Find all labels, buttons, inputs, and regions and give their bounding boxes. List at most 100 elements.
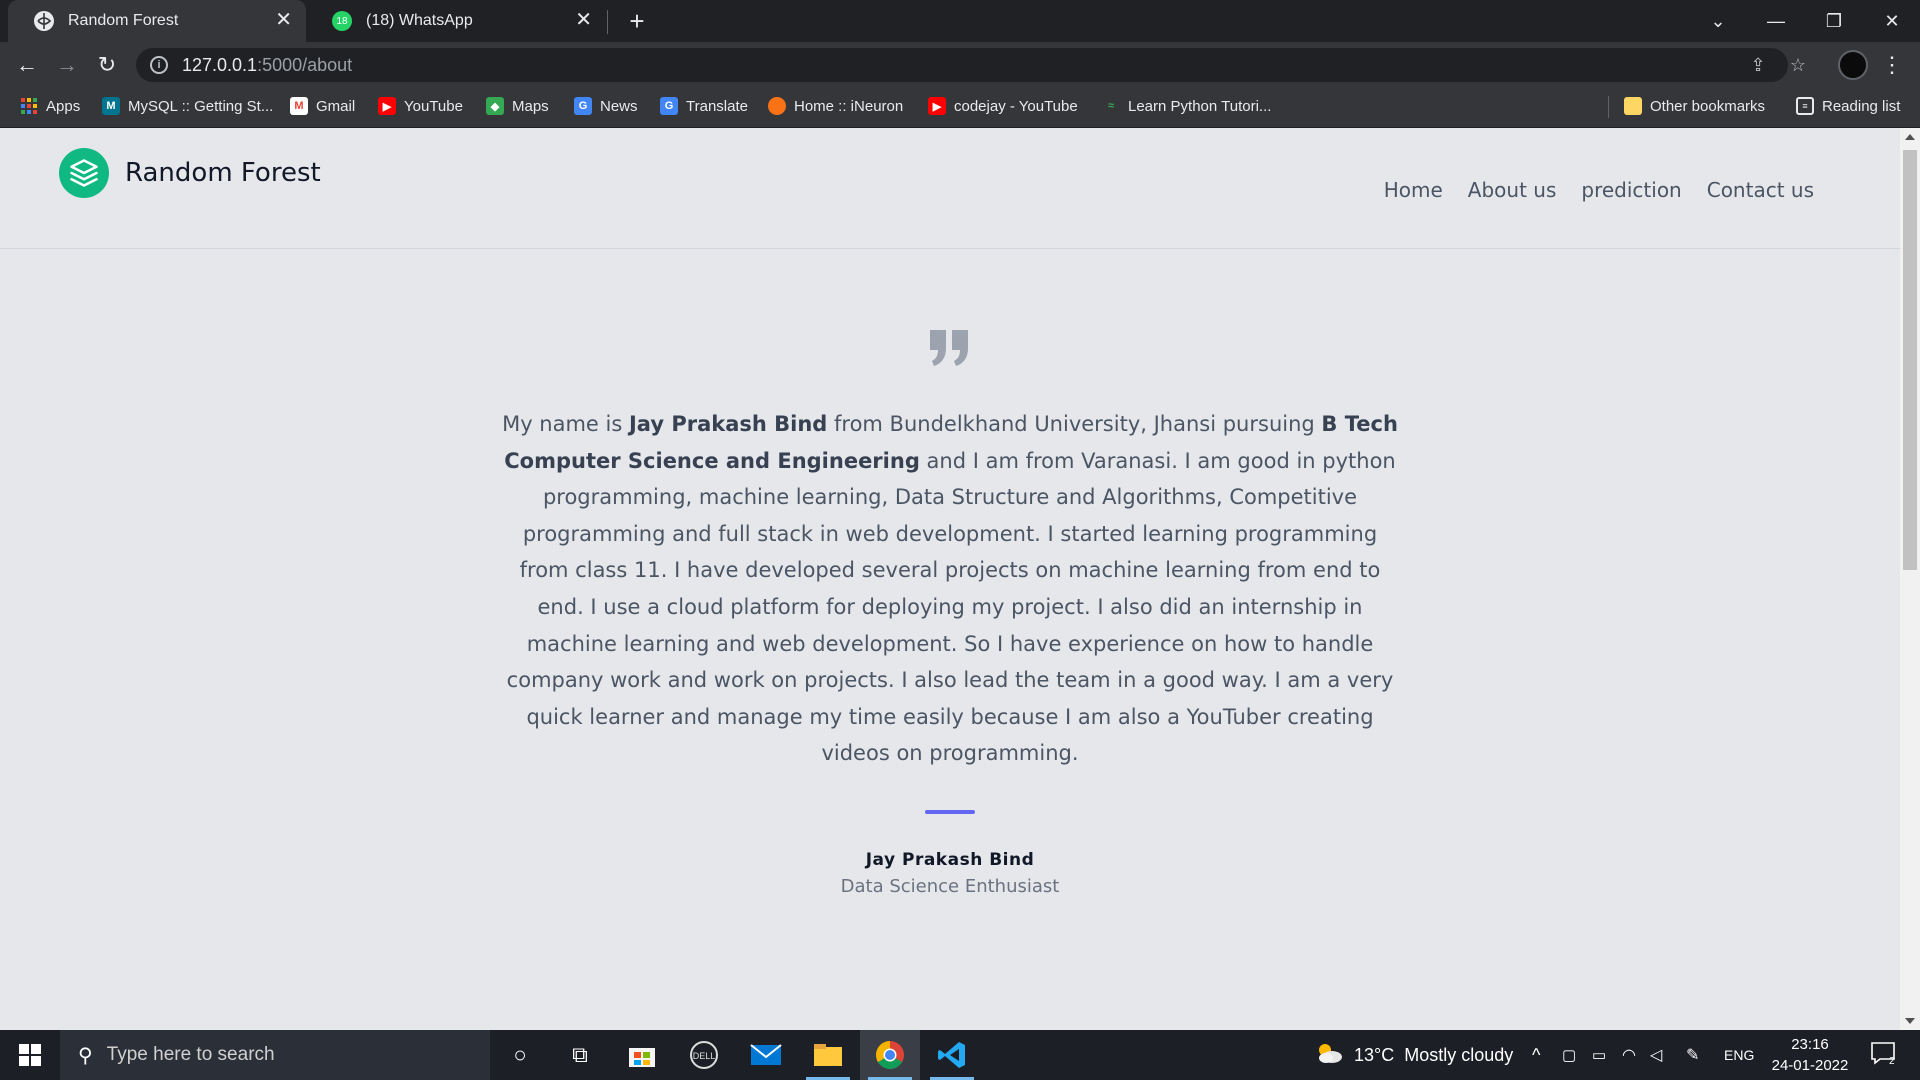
volume-icon[interactable]: ◁ [1650, 1030, 1662, 1080]
nav-prediction[interactable]: prediction [1581, 178, 1681, 202]
cortana-icon[interactable]: ○ [490, 1030, 550, 1080]
notification-count: 2 [1889, 1056, 1895, 1066]
cloudy-weather-icon [1314, 1041, 1344, 1070]
bookmarks-bar: Apps M MySQL :: Getting St... M Gmail ▶ … [0, 88, 1920, 128]
bookmark-label: codejay - YouTube [954, 97, 1078, 115]
file-explorer-icon[interactable] [798, 1030, 858, 1080]
windows-start-icon[interactable] [0, 1030, 60, 1080]
close-tab-icon[interactable]: ✕ [575, 10, 592, 30]
testimonial-text: My name is Jay Prakash Bind from Bundelk… [500, 406, 1400, 772]
bookmark-codejay[interactable]: ▶ codejay - YouTube [928, 88, 1078, 124]
browser-toolbar: ← → ↻ i 127.0.0.1 :5000/about ⇪ ☆ ⋮ [0, 42, 1920, 88]
author-title: Data Science Enthusiast [840, 875, 1060, 897]
url-host: 127.0.0.1 [182, 54, 258, 75]
other-bookmarks[interactable]: Other bookmarks [1624, 88, 1765, 124]
wifi-icon[interactable]: ◠ [1622, 1030, 1636, 1080]
quote-segment: from Bundelkhand University, Jhansi purs… [827, 412, 1322, 436]
whatsapp-icon: 18 [332, 11, 352, 31]
back-icon[interactable]: ← [12, 50, 42, 80]
windows-taskbar: ⚲ Type here to search ○ ⧉ DELL 13°C Most… [0, 1030, 1920, 1080]
quote-segment: My name is [502, 412, 629, 436]
close-tab-icon[interactable]: ✕ [275, 10, 292, 30]
bookmark-star-icon[interactable]: ☆ [1786, 53, 1810, 77]
bookmark-label: Home :: iNeuron [794, 97, 904, 115]
youtube-icon: ▶ [928, 97, 946, 115]
bookmark-mysql[interactable]: M MySQL :: Getting St... [102, 88, 273, 124]
browser-tab-strip: Random Forest ✕ 18 (18) WhatsApp ✕ + ⌄ —… [0, 0, 1920, 42]
news-icon: G [574, 97, 592, 115]
battery-icon[interactable]: ▭ [1592, 1030, 1606, 1080]
address-bar[interactable]: i 127.0.0.1 :5000/about ⇪ ☆ [136, 48, 1806, 82]
scroll-up-icon[interactable] [1905, 134, 1915, 140]
bookmark-label: Learn Python Tutori... [1128, 97, 1272, 115]
vscode-icon[interactable] [922, 1030, 982, 1080]
clock-date: 24-01-2022 [1771, 1057, 1849, 1074]
nav-about-us[interactable]: About us [1468, 178, 1557, 202]
meet-now-icon[interactable]: ▢ [1562, 1030, 1576, 1080]
restore-icon[interactable]: ❐ [1806, 0, 1862, 42]
brand[interactable]: Random Forest [59, 148, 321, 198]
new-tab-button[interactable]: + [622, 6, 652, 36]
nav-contact-us[interactable]: Contact us [1707, 178, 1814, 202]
bookmark-learn-python[interactable]: ≈ Learn Python Tutori... [1102, 88, 1271, 124]
taskbar-search[interactable]: ⚲ Type here to search [60, 1030, 490, 1080]
bookmark-label: Maps [512, 97, 549, 115]
bookmark-apps[interactable]: Apps [20, 88, 80, 124]
profile-avatar[interactable] [1838, 50, 1868, 80]
scroll-down-icon[interactable] [1905, 1018, 1915, 1024]
scrollbar-thumb[interactable] [1903, 150, 1917, 570]
store-icon[interactable] [612, 1030, 672, 1080]
bookmark-ineuron[interactable]: Home :: iNeuron [768, 88, 903, 124]
bookmark-label: Other bookmarks [1650, 97, 1766, 115]
bookmark-label: YouTube [404, 97, 463, 115]
search-icon: ⚲ [78, 1044, 93, 1067]
clock[interactable]: 23:16 24-01-2022 [1760, 1034, 1860, 1076]
nav-home[interactable]: Home [1384, 178, 1443, 202]
tab-random-forest[interactable]: Random Forest ✕ [8, 0, 306, 42]
notification-center-icon[interactable]: 2 [1868, 1040, 1898, 1070]
mail-icon[interactable] [736, 1030, 796, 1080]
site-info-icon[interactable]: i [150, 56, 168, 74]
author-name: Jay Prakash Bind [865, 849, 1035, 870]
reading-list[interactable]: ≡ Reading list [1796, 88, 1900, 124]
quote-segment-bold: Jay Prakash Bind [628, 412, 828, 436]
accent-divider [925, 809, 975, 814]
maps-icon: ◆ [486, 97, 504, 115]
chrome-icon[interactable] [860, 1030, 920, 1080]
brand-name: Random Forest [125, 158, 321, 188]
python-icon: ≈ [1107, 100, 1115, 112]
translate-icon: G [660, 97, 678, 115]
bookmark-maps[interactable]: ◆ Maps [486, 88, 549, 124]
weather-text: 13°C Mostly cloudy [1354, 1044, 1514, 1065]
bookmark-gmail[interactable]: M Gmail [290, 88, 355, 124]
task-view-icon[interactable]: ⧉ [550, 1030, 610, 1080]
forward-icon[interactable]: → [52, 50, 82, 80]
bookmark-news[interactable]: G News [574, 88, 638, 124]
quote-segment: and I am from Varanasi. I am good in pyt… [506, 448, 1396, 766]
weather-widget[interactable]: 13°C Mostly cloudy [1314, 1030, 1513, 1080]
site-header: Random Forest Home About us prediction C… [0, 128, 1900, 249]
share-icon[interactable]: ⇪ [1746, 53, 1770, 77]
bookmark-youtube[interactable]: ▶ YouTube [378, 88, 463, 124]
pen-icon[interactable]: ✎ [1686, 1030, 1699, 1080]
bookmark-label: News [600, 97, 638, 115]
reading-list-icon: ≡ [1796, 97, 1814, 115]
bookmark-label: Translate [686, 97, 748, 115]
folder-icon [1624, 97, 1642, 115]
tab-title: Random Forest [68, 12, 179, 29]
close-window-icon[interactable]: ✕ [1864, 0, 1920, 42]
chrome-menu-icon[interactable]: ⋮ [1880, 50, 1904, 80]
tab-whatsapp[interactable]: 18 (18) WhatsApp ✕ [306, 0, 606, 42]
bookmark-translate[interactable]: G Translate [660, 88, 748, 124]
quote-icon [928, 328, 972, 368]
tab-search-icon[interactable]: ⌄ [1690, 0, 1746, 42]
language-indicator[interactable]: ENG [1724, 1030, 1754, 1080]
dell-icon[interactable]: DELL [674, 1030, 734, 1080]
show-hidden-icons-icon[interactable]: ^ [1532, 1030, 1540, 1080]
clock-time: 23:16 [1791, 1036, 1829, 1053]
minimize-icon[interactable]: — [1748, 0, 1804, 42]
reload-icon[interactable]: ↻ [92, 50, 122, 80]
tab-separator [607, 10, 608, 34]
page-viewport: Random Forest Home About us prediction C… [0, 128, 1900, 1030]
page-scrollbar[interactable] [1900, 128, 1920, 1030]
